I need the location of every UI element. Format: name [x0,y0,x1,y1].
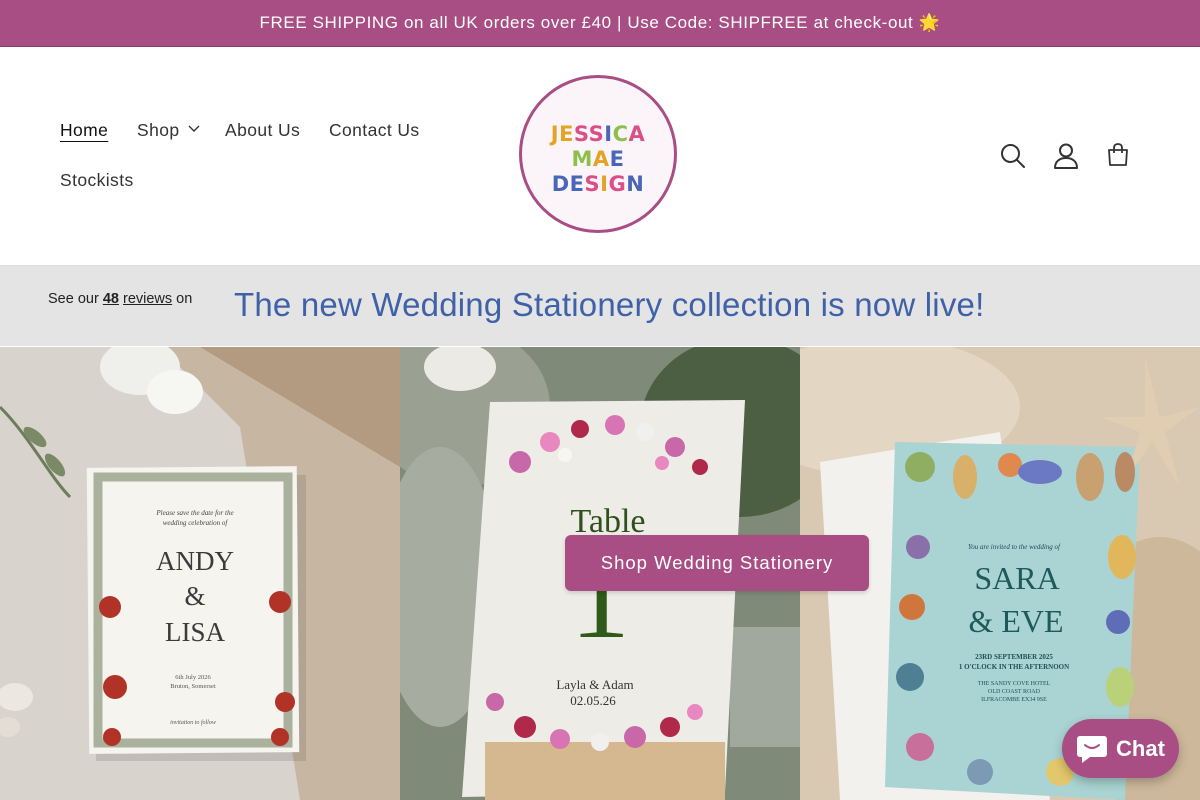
logo-line-3: DESIGN [552,172,645,196]
nav-about-us[interactable]: About Us [225,120,300,141]
chat-label: Chat [1116,735,1165,761]
card-left-intro2: wedding celebration of [163,519,229,527]
search-icon[interactable] [999,142,1027,170]
site-header: Home Shop About Us Contact Us Stockists … [0,47,1200,266]
card-left-place: Bruton, Somerset [170,683,216,690]
card-left-intro1: Please save the date for the [155,509,233,517]
card-right-name2: & EVE [968,603,1063,639]
nav-home[interactable]: Home [60,120,108,141]
reviews-link[interactable]: reviews [123,291,172,307]
card-right-line4: OLD COAST ROAD [988,689,1041,695]
nav-shop[interactable]: Shop [137,120,179,141]
card-right-line3: THE SANDY COVE HOTEL [978,681,1051,687]
announcement-bar: FREE SHIPPING on all UK orders over £40 … [0,0,1200,47]
card-left-name2: LISA [165,617,226,647]
logo-wordmark: JESSICA MAE DESIGN [549,122,646,196]
shop-wedding-stationery-button[interactable]: Shop Wedding Stationery [565,535,869,591]
logo-line-2: MAE [571,147,624,171]
card-right-line1: 23RD SEPTEMBER 2025 [975,653,1053,661]
account-icon[interactable] [1053,142,1079,170]
logo-line-1: JESSICA [549,122,646,146]
card-left-footer: invitation to follow [170,719,216,726]
chevron-down-icon[interactable] [188,125,200,133]
card-right-name1: SARA [974,560,1059,596]
reviews-count[interactable]: 48 [103,291,119,307]
site-logo[interactable]: JESSICA MAE DESIGN [519,75,677,233]
cart-icon[interactable] [1106,142,1130,168]
announcement-text: FREE SHIPPING on all UK orders over £40 … [259,13,941,32]
card-left-date: 6th July 2026 [175,674,211,681]
reviews-prefix: See our [48,291,103,307]
chat-launcher[interactable]: Chat [1062,719,1179,778]
hero-image-save-the-date: Please save the date for the wedding cel… [0,347,400,800]
chat-bubble-icon [1077,735,1108,763]
announcement-banner: See our 48 reviews on The new Wedding St… [0,266,1200,346]
card-right-line5: ILFRACOMBE EX34 9SE [981,697,1047,703]
reviews-widget[interactable]: See our 48 reviews on [48,291,192,307]
card-left-amp: & [184,581,205,611]
nav-contact-us[interactable]: Contact Us [329,120,420,141]
nav-stockists[interactable]: Stockists [60,170,134,191]
card-right-line2: 1 O'CLOCK IN THE AFTERNOON [959,663,1069,671]
card-middle-date: 02.05.26 [570,693,616,708]
card-right-intro: You are invited to the wedding of [968,543,1061,551]
card-middle-names: Layla & Adam [556,677,633,692]
card-left-name1: ANDY [156,546,234,576]
banner-headline: The new Wedding Stationery collection is… [234,286,985,323]
reviews-suffix: on [172,291,193,307]
